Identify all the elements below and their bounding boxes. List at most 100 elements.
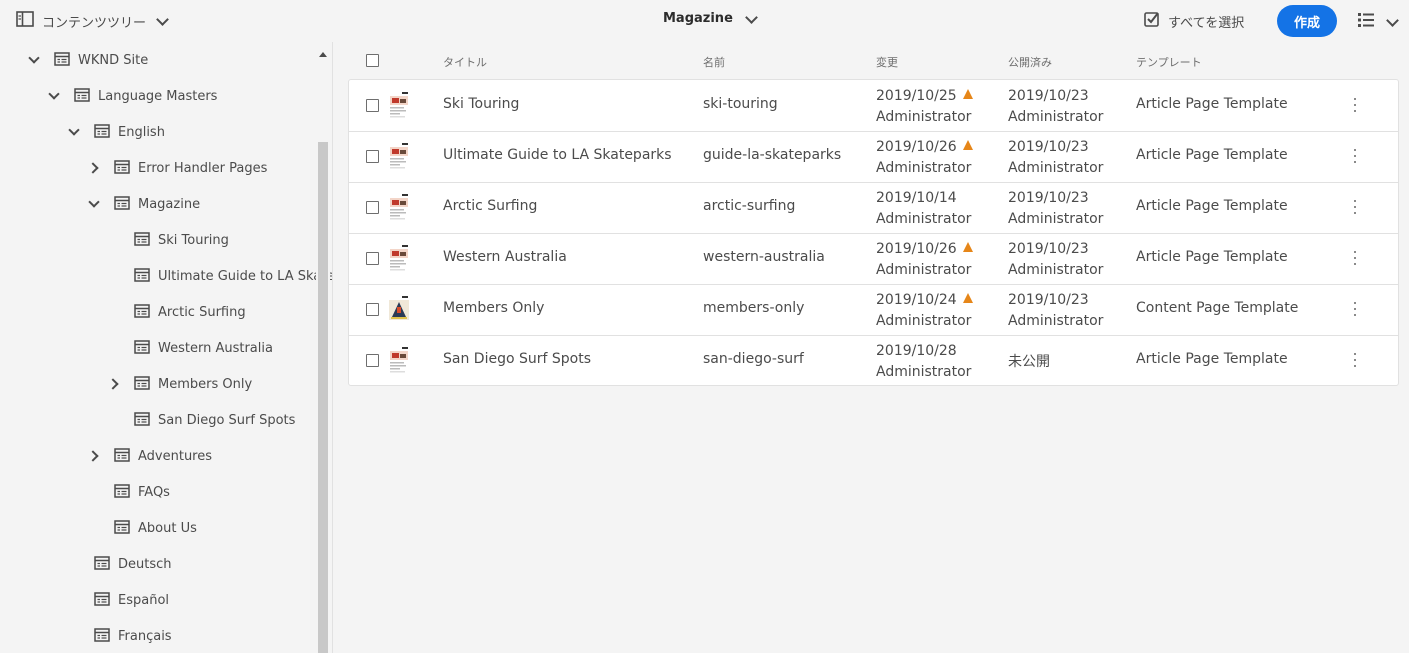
page-icon (134, 303, 150, 322)
tree-item-label: Error Handler Pages (138, 160, 268, 176)
modified-date: 2019/10/26 (876, 241, 957, 257)
chevron-down-icon (745, 10, 759, 24)
tree-item-label: Western Australia (158, 340, 273, 356)
tree-item[interactable]: Ultimate Guide to LA Skateparks (106, 258, 332, 294)
modified-date: 2019/10/25 (876, 88, 957, 104)
column-header-published[interactable]: 公開済み (1008, 54, 1052, 70)
scrollbar-thumb[interactable] (318, 142, 328, 653)
chevron-right-icon[interactable] (86, 160, 102, 176)
more-actions-icon[interactable] (1354, 251, 1357, 265)
chevron-right-icon[interactable] (106, 376, 122, 392)
warning-icon (962, 89, 973, 99)
page-icon (94, 591, 110, 610)
select-all-checkbox[interactable] (366, 54, 379, 67)
tree-item[interactable]: About Us (86, 510, 197, 546)
view-switcher[interactable] (1357, 12, 1399, 32)
row-name: members-only (703, 300, 805, 316)
scroll-up-arrow-icon[interactable] (319, 52, 327, 57)
more-actions-icon[interactable] (1354, 302, 1357, 316)
row-modified: 2019/10/14 Administrator (876, 188, 971, 230)
more-actions-icon[interactable] (1354, 200, 1357, 214)
published-by: Administrator (1008, 160, 1104, 176)
row-published: 2019/10/23 Administrator (1008, 290, 1103, 332)
tree-item[interactable]: English (66, 114, 165, 150)
column-header-modified[interactable]: 変更 (876, 54, 898, 70)
chevron-down-icon[interactable] (46, 88, 62, 104)
tree-item[interactable]: Error Handler Pages (86, 150, 267, 186)
page-icon (134, 411, 150, 430)
row-published: 2019/10/23 Administrator (1008, 137, 1103, 179)
tree-item[interactable]: Ski Touring (106, 222, 229, 258)
tree-item[interactable]: Adventures (86, 438, 212, 474)
page-thumbnail (388, 295, 410, 323)
more-actions-icon[interactable] (1354, 149, 1357, 163)
page-icon (54, 51, 70, 70)
row-checkbox[interactable] (366, 252, 379, 265)
page-icon (134, 375, 150, 394)
page-thumbnail (388, 244, 410, 272)
select-all-button[interactable]: すべてを選択 (1144, 11, 1244, 31)
table-row[interactable]: Ski Touring ski-touring 2019/10/25 Administ… (349, 80, 1398, 132)
chevron-down-icon[interactable] (26, 52, 42, 68)
tree-item[interactable]: Français (66, 618, 172, 653)
published-by: Administrator (1008, 211, 1104, 227)
tree-item[interactable]: Members Only (106, 366, 252, 402)
tree-item[interactable]: Deutsch (66, 546, 172, 582)
more-actions-icon[interactable] (1354, 98, 1357, 112)
row-title: Ultimate Guide to LA Skateparks (443, 147, 672, 163)
published-date: 2019/10/23 (1008, 292, 1089, 308)
chevron-down-icon (155, 13, 169, 27)
table-row[interactable]: Western Australia western-australia 2019/1… (349, 233, 1398, 285)
select-all-label: すべてを選択 (1168, 15, 1245, 31)
page-icon (114, 195, 130, 214)
row-title: Western Australia (443, 249, 567, 265)
table-row[interactable]: San Diego Surf Spots san-diego-surf 2019/1… (349, 335, 1398, 386)
row-published: 2019/10/23 Administrator (1008, 239, 1103, 281)
row-checkbox[interactable] (366, 99, 379, 112)
tree-item[interactable]: Magazine (86, 186, 200, 222)
tree-item[interactable]: Western Australia (106, 330, 273, 366)
row-checkbox[interactable] (366, 201, 379, 214)
published-date: 未公開 (1008, 354, 1050, 370)
more-actions-icon[interactable] (1354, 353, 1357, 367)
chevron-down-icon[interactable] (66, 124, 82, 140)
modified-by: Administrator (876, 262, 972, 278)
row-name: guide-la-skateparks (703, 147, 842, 163)
modified-by: Administrator (876, 109, 972, 125)
column-header-name[interactable]: 名前 (703, 54, 725, 70)
tree-item[interactable]: WKND Site (26, 42, 148, 78)
row-checkbox[interactable] (366, 354, 379, 367)
published-by: Administrator (1008, 262, 1104, 278)
warning-icon (962, 140, 973, 150)
rail-icon (16, 11, 34, 31)
column-header-template[interactable]: テンプレート (1136, 54, 1202, 70)
column-header-title[interactable]: タイトル (443, 54, 487, 70)
modified-date: 2019/10/24 (876, 292, 957, 308)
row-checkbox[interactable] (366, 303, 379, 316)
content-tree-toggle[interactable]: コンテンツツリー (16, 11, 169, 31)
row-checkbox[interactable] (366, 150, 379, 163)
select-all-icon (1144, 11, 1160, 31)
chevron-down-icon[interactable] (86, 196, 102, 212)
breadcrumb[interactable]: Magazine (663, 10, 759, 26)
table-row[interactable]: Ultimate Guide to LA Skateparks guide-la-… (349, 131, 1398, 183)
row-template: Article Page Template (1136, 198, 1288, 214)
table-row[interactable]: Arctic Surfing arctic-surfing 2019/10/14 Ad… (349, 182, 1398, 234)
tree-item[interactable]: San Diego Surf Spots (106, 402, 295, 438)
row-name: ski-touring (703, 96, 778, 112)
tree-item[interactable]: Arctic Surfing (106, 294, 246, 330)
table-header: タイトル 名前 変更 公開済み テンプレート (349, 42, 1398, 78)
tree-item[interactable]: Español (66, 582, 169, 618)
table-row[interactable]: Members Only members-only 2019/10/24 Admini… (349, 284, 1398, 336)
published-date: 2019/10/23 (1008, 139, 1089, 155)
chevron-right-icon[interactable] (86, 448, 102, 464)
tree-item[interactable]: Language Masters (46, 78, 217, 114)
page-icon (94, 123, 110, 142)
create-button[interactable]: 作成 (1277, 5, 1337, 37)
tree-item[interactable]: FAQs (86, 474, 170, 510)
row-modified: 2019/10/28 Administrator (876, 341, 971, 383)
